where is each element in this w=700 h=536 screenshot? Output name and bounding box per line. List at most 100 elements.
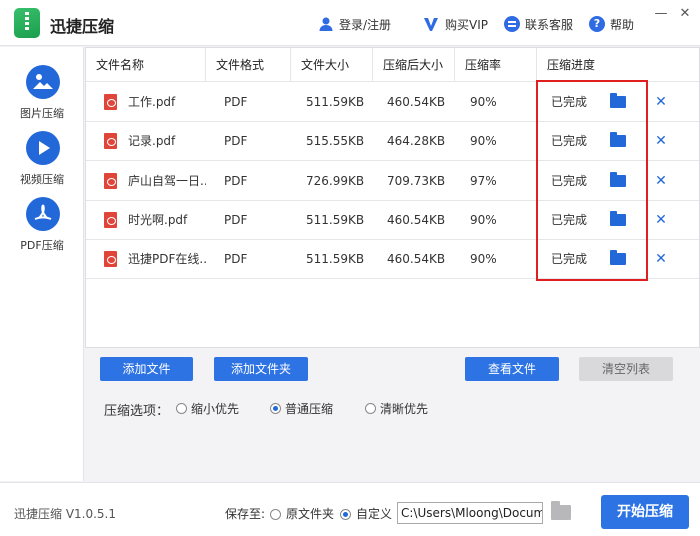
- sidebar-item-label: PDF压缩: [20, 239, 64, 252]
- file-size: 515.55KB: [306, 134, 365, 149]
- compressed-size: 709.73KB: [387, 173, 446, 188]
- file-name: 庐山自驾一日...: [128, 173, 206, 188]
- file-size: 511.59KB: [306, 212, 365, 227]
- compressed-size: 460.54KB: [387, 95, 446, 109]
- add-file-button[interactable]: 添加文件: [100, 357, 193, 381]
- remove-row-icon[interactable]: ✕: [653, 200, 669, 240]
- save-to-label: 保存至:: [225, 507, 266, 521]
- login-button[interactable]: 登录/注册: [318, 14, 391, 34]
- vip-icon: [424, 18, 438, 31]
- sidebar-item-video-compress[interactable]: 视频压缩: [0, 131, 84, 197]
- compression-ratio: 90%: [470, 134, 497, 149]
- app-title: 迅捷压缩: [50, 17, 115, 36]
- play-icon: [26, 131, 60, 165]
- file-format: PDF: [224, 252, 248, 267]
- open-folder-icon[interactable]: [610, 132, 626, 148]
- options-label: 压缩选项：: [104, 404, 170, 419]
- file-name: 迅捷PDF在线...: [128, 252, 206, 267]
- status-text: 已完成: [551, 252, 588, 267]
- compressed-size: 460.54KB: [387, 212, 446, 227]
- option-label-shrink-first: 缩小优先: [191, 402, 240, 416]
- compression-ratio: 90%: [470, 252, 497, 267]
- custom-folder-label: 自定义: [356, 507, 393, 521]
- sidebar-item-image-compress[interactable]: 图片压缩: [0, 65, 84, 131]
- service-label: 联系客服: [525, 17, 574, 32]
- radio-shrink-first[interactable]: [176, 403, 187, 414]
- help-icon: ?: [589, 16, 605, 32]
- pdf-icon: [26, 197, 60, 231]
- help-button[interactable]: ? 帮助: [589, 14, 634, 34]
- option-label-clarity-first: 清晰优先: [380, 402, 429, 416]
- remove-row-icon[interactable]: ✕: [653, 121, 669, 161]
- status-text: 已完成: [551, 173, 588, 188]
- remove-row-icon[interactable]: ✕: [653, 239, 669, 279]
- compression-ratio: 90%: [470, 95, 497, 109]
- file-format: PDF: [224, 173, 248, 188]
- table-row[interactable]: 庐山自驾一日... PDF 726.99KB 709.73KB 97% 已完成 ✕: [86, 161, 699, 201]
- minimize-button[interactable]: —: [652, 6, 670, 22]
- column-header-format: 文件格式: [206, 48, 291, 82]
- pdf-file-icon: [104, 211, 117, 228]
- browse-folder-icon[interactable]: [551, 501, 571, 520]
- status-text: 已完成: [551, 212, 588, 227]
- close-window-button[interactable]: ✕: [676, 6, 694, 22]
- sidebar-item-pdf-compress[interactable]: PDF压缩: [0, 197, 84, 263]
- open-folder-icon[interactable]: [610, 250, 626, 266]
- sidebar-item-label: 图片压缩: [20, 107, 64, 120]
- file-size: 511.59KB: [306, 95, 365, 109]
- login-label: 登录/注册: [339, 17, 392, 32]
- table-row[interactable]: 时光啊.pdf PDF 511.59KB 460.54KB 90% 已完成 ✕: [86, 200, 699, 240]
- column-header-name: 文件名称: [86, 48, 206, 82]
- option-label-normal: 普通压缩: [285, 402, 334, 416]
- table-row[interactable]: 记录.pdf PDF 515.55KB 464.28KB 90% 已完成 ✕: [86, 121, 699, 162]
- compressed-size: 464.28KB: [387, 134, 446, 149]
- start-compress-button[interactable]: 开始压缩: [601, 495, 689, 529]
- file-format: PDF: [224, 95, 248, 109]
- open-folder-icon[interactable]: [610, 93, 626, 108]
- chat-icon: [504, 16, 520, 32]
- buy-vip-button[interactable]: 购买VIP: [422, 14, 488, 34]
- compression-ratio: 90%: [470, 212, 497, 227]
- original-folder-label: 原文件夹: [286, 507, 335, 521]
- pdf-file-icon: [104, 133, 117, 150]
- save-path-input[interactable]: C:\Users\Mloong\Documents: [397, 502, 543, 524]
- pdf-file-icon: [104, 172, 117, 189]
- radio-clarity-first[interactable]: [365, 403, 376, 414]
- view-file-button[interactable]: 查看文件: [465, 357, 559, 381]
- help-label: 帮助: [610, 17, 635, 32]
- version-label: 迅捷压缩 V1.0.5.1: [14, 507, 117, 521]
- bottom-bar: 迅捷压缩 V1.0.5.1 保存至: 原文件夹 自定义 C:\Users\Mlo…: [0, 482, 700, 536]
- column-header-progress: 压缩进度: [547, 58, 596, 72]
- table-header: 文件名称 文件格式 文件大小 压缩后大小 压缩率 压缩进度: [86, 48, 699, 82]
- file-format: PDF: [224, 212, 248, 227]
- file-list-panel: 文件名称 文件格式 文件大小 压缩后大小 压缩率 压缩进度 工作.pdf PDF 5…: [85, 47, 700, 348]
- sidebar-item-label: 视频压缩: [20, 173, 64, 186]
- radio-original-folder[interactable]: [270, 509, 281, 520]
- open-folder-icon[interactable]: [610, 171, 626, 187]
- file-name: 时光啊.pdf: [128, 212, 188, 227]
- remove-row-icon[interactable]: ✕: [653, 82, 669, 122]
- remove-row-icon[interactable]: ✕: [653, 161, 669, 201]
- status-text: 已完成: [551, 95, 588, 109]
- radio-normal[interactable]: [270, 403, 281, 414]
- title-bar: 迅捷压缩 登录/注册 购买VIP 联系客服 ? 帮助 — ✕: [0, 0, 700, 46]
- vip-label: 购买VIP: [445, 17, 488, 32]
- table-row[interactable]: 工作.pdf PDF 511.59KB 460.54KB 90% 已完成 ✕: [86, 82, 699, 122]
- sidebar: 图片压缩 视频压缩 PDF压缩: [0, 47, 84, 481]
- clear-list-button[interactable]: 清空列表: [579, 357, 673, 381]
- image-icon: [26, 65, 60, 99]
- compressed-size: 460.54KB: [387, 252, 446, 267]
- compression-ratio: 97%: [470, 173, 497, 188]
- file-format: PDF: [224, 134, 248, 149]
- column-header-size: 文件大小: [291, 48, 373, 82]
- user-icon: [319, 17, 333, 31]
- file-size: 726.99KB: [306, 173, 365, 188]
- pdf-file-icon: [104, 94, 117, 110]
- contact-service-button[interactable]: 联系客服: [504, 14, 573, 34]
- table-row[interactable]: 迅捷PDF在线... PDF 511.59KB 460.54KB 90% 已完成 ✕: [86, 239, 699, 280]
- radio-custom-folder[interactable]: [340, 509, 351, 520]
- status-text: 已完成: [551, 134, 588, 149]
- file-name: 工作.pdf: [128, 95, 176, 109]
- open-folder-icon[interactable]: [610, 210, 626, 226]
- add-folder-button[interactable]: 添加文件夹: [214, 357, 308, 381]
